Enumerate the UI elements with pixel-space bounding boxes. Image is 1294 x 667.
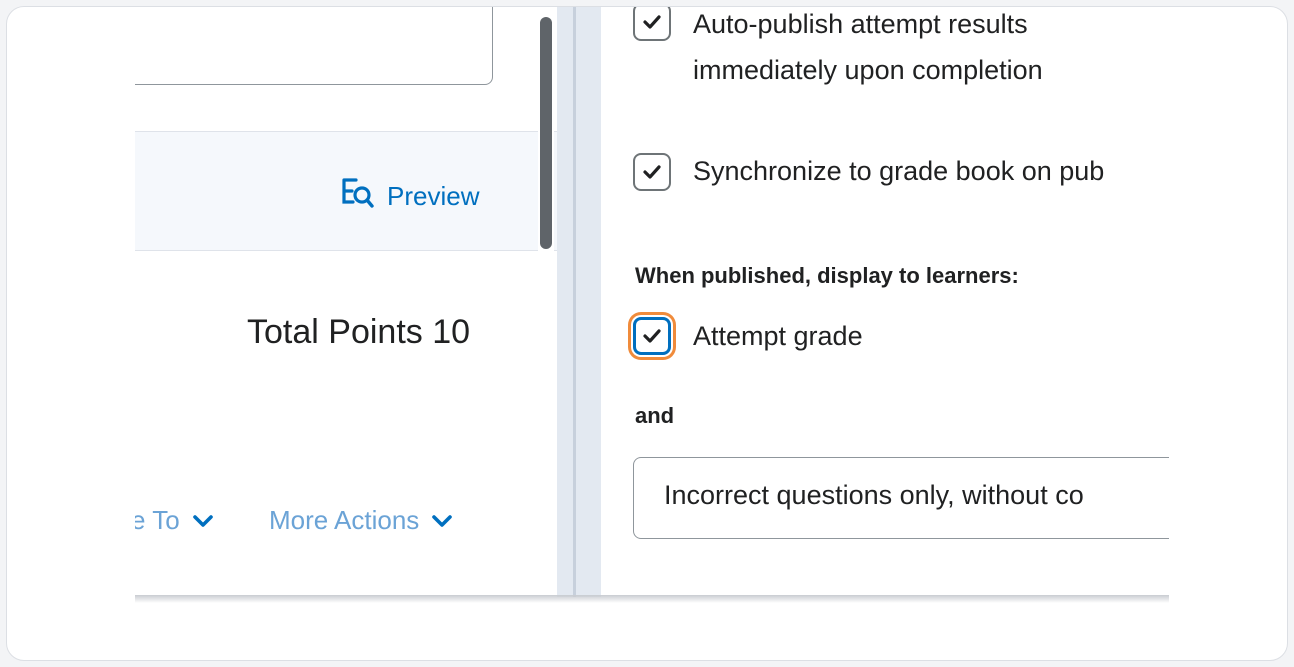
scrollbar-thumb[interactable] — [540, 17, 552, 249]
preview-button[interactable]: Preview — [341, 176, 479, 217]
question-display-select[interactable]: Incorrect questions only, without co — [633, 457, 1169, 539]
app-viewport: Preview Total Points 10 e To More Action… — [135, 7, 1169, 597]
checkmark-icon — [643, 15, 661, 29]
move-to-label: e To — [135, 505, 180, 535]
checkmark-icon — [643, 165, 661, 179]
quiz-editor-pane: Preview Total Points 10 e To More Action… — [135, 7, 557, 597]
move-to-menu[interactable]: e To — [135, 505, 214, 536]
checkmark-icon — [643, 329, 661, 343]
evaluation-settings-pane: Auto-publish attempt results immediately… — [601, 7, 1169, 597]
preview-toolbar: Preview — [135, 131, 557, 251]
total-points: Total Points 10 — [247, 313, 471, 351]
preview-icon — [341, 176, 387, 217]
auto-publish-label-line2: immediately upon completion — [693, 55, 1043, 85]
pane-divider[interactable] — [557, 7, 601, 597]
preview-label: Preview — [387, 181, 480, 211]
text-input-box[interactable] — [135, 7, 493, 85]
sync-gradebook-label: Synchronize to grade book on pub — [693, 156, 1105, 186]
scroll-shadow — [135, 595, 1169, 603]
sync-gradebook-checkbox[interactable] — [633, 153, 671, 191]
auto-publish-label: Auto-publish attempt results immediately… — [693, 7, 1043, 93]
pane-divider-line — [573, 7, 576, 597]
chevron-down-icon — [431, 505, 453, 536]
auto-publish-option: Auto-publish attempt results immediately… — [633, 7, 1043, 93]
attempt-grade-checkbox[interactable] — [633, 317, 671, 355]
attempt-grade-label: Attempt grade — [693, 321, 863, 351]
display-to-learners-heading: When published, display to learners: — [635, 263, 1019, 288]
more-actions-label: More Actions — [269, 505, 420, 535]
chevron-down-icon — [192, 505, 214, 536]
more-actions-menu[interactable]: More Actions — [269, 505, 453, 536]
auto-publish-label-line1: Auto-publish attempt results — [693, 9, 1028, 39]
screenshot-frame: Preview Total Points 10 e To More Action… — [6, 6, 1288, 661]
attempt-grade-option: Attempt grade — [633, 317, 863, 359]
auto-publish-checkbox[interactable] — [633, 7, 671, 41]
sync-gradebook-option: Synchronize to grade book on pub — [633, 153, 1104, 194]
and-label: and — [635, 403, 675, 428]
